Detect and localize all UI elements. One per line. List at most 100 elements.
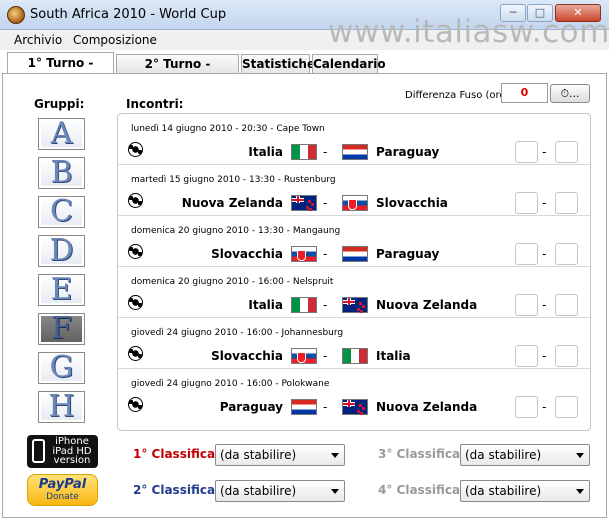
group-g-button[interactable]: G	[38, 352, 85, 384]
away-team: Paraguay	[376, 247, 440, 261]
match-row: martedì 15 giugno 2010 - 13:30 - Rustenb…	[118, 165, 590, 216]
home-score-input[interactable]	[515, 396, 538, 418]
watermark: www.italiasw.com	[328, 14, 609, 50]
match-row: lunedì 14 giugno 2010 - 20:30 - Cape Tow…	[118, 114, 590, 165]
score-dash: -	[542, 247, 547, 261]
home-score-input[interactable]	[515, 243, 538, 265]
vs-dash: -	[323, 400, 328, 414]
football-icon	[128, 142, 143, 157]
tab-tabellone[interactable]: 2° Turno - Tabellone	[116, 54, 239, 89]
iphone-badge-text: iPhone iPad HD version	[49, 437, 95, 466]
away-team: Slovacchia	[376, 196, 448, 210]
chevron-down-icon	[576, 489, 584, 494]
match-info: martedì 15 giugno 2010 - 13:30 - Rustenb…	[131, 175, 336, 185]
match-info: giovedì 24 giugno 2010 - 16:00 - Johanne…	[131, 328, 344, 338]
third-place-value: (da stabilire)	[465, 448, 542, 462]
away-team: Nuova Zelanda	[376, 400, 478, 414]
match-row: giovedì 24 giugno 2010 - 16:00 - Polokwa…	[118, 369, 590, 420]
paypal-logo: PayPal	[38, 477, 87, 492]
second-place-select[interactable]: (da stabilire)	[215, 480, 345, 502]
slovakia-flag-icon	[291, 348, 317, 364]
new-zealand-flag-icon	[291, 195, 317, 211]
first-place-value: (da stabilire)	[220, 448, 297, 462]
menu-archivio[interactable]: Archivio	[14, 33, 62, 47]
iphone-badge-line3: version	[53, 455, 91, 466]
chevron-down-icon	[331, 453, 339, 458]
tab-statistiche[interactable]: Statistiche	[241, 54, 315, 74]
groups-label: Gruppi:	[34, 97, 85, 111]
app-football-icon	[7, 6, 25, 24]
tab-calendario[interactable]: Calendario	[312, 54, 386, 74]
timezone-label: Differenza Fuso (ore):	[405, 90, 513, 101]
italy-flag-icon	[291, 297, 317, 313]
fourth-place-select[interactable]: (da stabilire)	[460, 480, 590, 502]
group-e-button[interactable]: E	[38, 274, 85, 306]
tab-bar: 1° Turno - Gruppi 2° Turno - Tabellone S…	[0, 52, 609, 90]
iphone-version-badge[interactable]: iPhone iPad HD version	[27, 435, 98, 468]
match-row: domenica 20 giugno 2010 - 16:00 - Nelspr…	[118, 267, 590, 318]
away-team: Paraguay	[376, 145, 440, 159]
football-icon	[128, 397, 143, 412]
fourth-place-value: (da stabilire)	[465, 484, 542, 498]
new-zealand-flag-icon	[342, 399, 368, 415]
window-title: South Africa 2010 - World Cup	[30, 7, 227, 22]
home-team: Italia	[248, 298, 283, 312]
home-team: Slovacchia	[211, 247, 283, 261]
match-info: domenica 20 giugno 2010 - 13:30 - Mangau…	[131, 226, 341, 236]
vs-dash: -	[323, 349, 328, 363]
away-score-input[interactable]	[555, 141, 578, 163]
group-f-button[interactable]: F	[38, 313, 85, 345]
clock-button[interactable]: ⏱...	[550, 84, 590, 103]
vs-dash: -	[323, 247, 328, 261]
group-h-button[interactable]: H	[38, 391, 85, 423]
group-c-button[interactable]: C	[38, 196, 85, 228]
first-place-select[interactable]: (da stabilire)	[215, 444, 345, 466]
italy-flag-icon	[291, 144, 317, 160]
away-score-input[interactable]	[555, 345, 578, 367]
italy-flag-icon	[342, 348, 368, 364]
group-b-button[interactable]: B	[38, 157, 85, 189]
slovakia-flag-icon	[342, 195, 368, 211]
home-team: Paraguay	[219, 400, 283, 414]
home-team: Nuova Zelanda	[181, 196, 283, 210]
group-d-button[interactable]: D	[38, 235, 85, 267]
vs-dash: -	[323, 298, 328, 312]
home-score-input[interactable]	[515, 345, 538, 367]
away-team: Italia	[376, 349, 411, 363]
home-score-input[interactable]	[515, 294, 538, 316]
football-icon	[128, 244, 143, 259]
away-score-input[interactable]	[555, 396, 578, 418]
paypal-donate-button[interactable]: PayPal Donate	[27, 474, 98, 506]
chevron-down-icon	[331, 489, 339, 494]
new-zealand-flag-icon	[342, 297, 368, 313]
home-score-input[interactable]	[515, 192, 538, 214]
chevron-down-icon	[576, 453, 584, 458]
football-icon	[128, 346, 143, 361]
iphone-icon	[32, 439, 45, 463]
match-info: giovedì 24 giugno 2010 - 16:00 - Polokwa…	[131, 379, 330, 389]
score-dash: -	[542, 145, 547, 159]
score-dash: -	[542, 400, 547, 414]
score-dash: -	[542, 349, 547, 363]
paraguay-flag-icon	[342, 246, 368, 262]
slovakia-flag-icon	[291, 246, 317, 262]
match-row: giovedì 24 giugno 2010 - 16:00 - Johanne…	[118, 318, 590, 369]
menu-composizione[interactable]: Composizione	[73, 33, 157, 47]
vs-dash: -	[323, 145, 328, 159]
home-score-input[interactable]	[515, 141, 538, 163]
match-info: domenica 20 giugno 2010 - 16:00 - Nelspr…	[131, 277, 334, 287]
third-place-select[interactable]: (da stabilire)	[460, 444, 590, 466]
away-score-input[interactable]	[555, 243, 578, 265]
timezone-input[interactable]: 0	[501, 83, 548, 103]
paraguay-flag-icon	[342, 144, 368, 160]
tab-gruppi[interactable]: 1° Turno - Gruppi	[7, 52, 114, 90]
matches-list: lunedì 14 giugno 2010 - 20:30 - Cape Tow…	[117, 113, 591, 431]
group-a-button[interactable]: A	[38, 118, 85, 150]
away-score-input[interactable]	[555, 294, 578, 316]
paypal-donate-label: Donate	[46, 492, 79, 502]
away-score-input[interactable]	[555, 192, 578, 214]
match-info: lunedì 14 giugno 2010 - 20:30 - Cape Tow…	[131, 124, 325, 134]
score-dash: -	[542, 298, 547, 312]
football-icon	[128, 295, 143, 310]
paraguay-flag-icon	[291, 399, 317, 415]
